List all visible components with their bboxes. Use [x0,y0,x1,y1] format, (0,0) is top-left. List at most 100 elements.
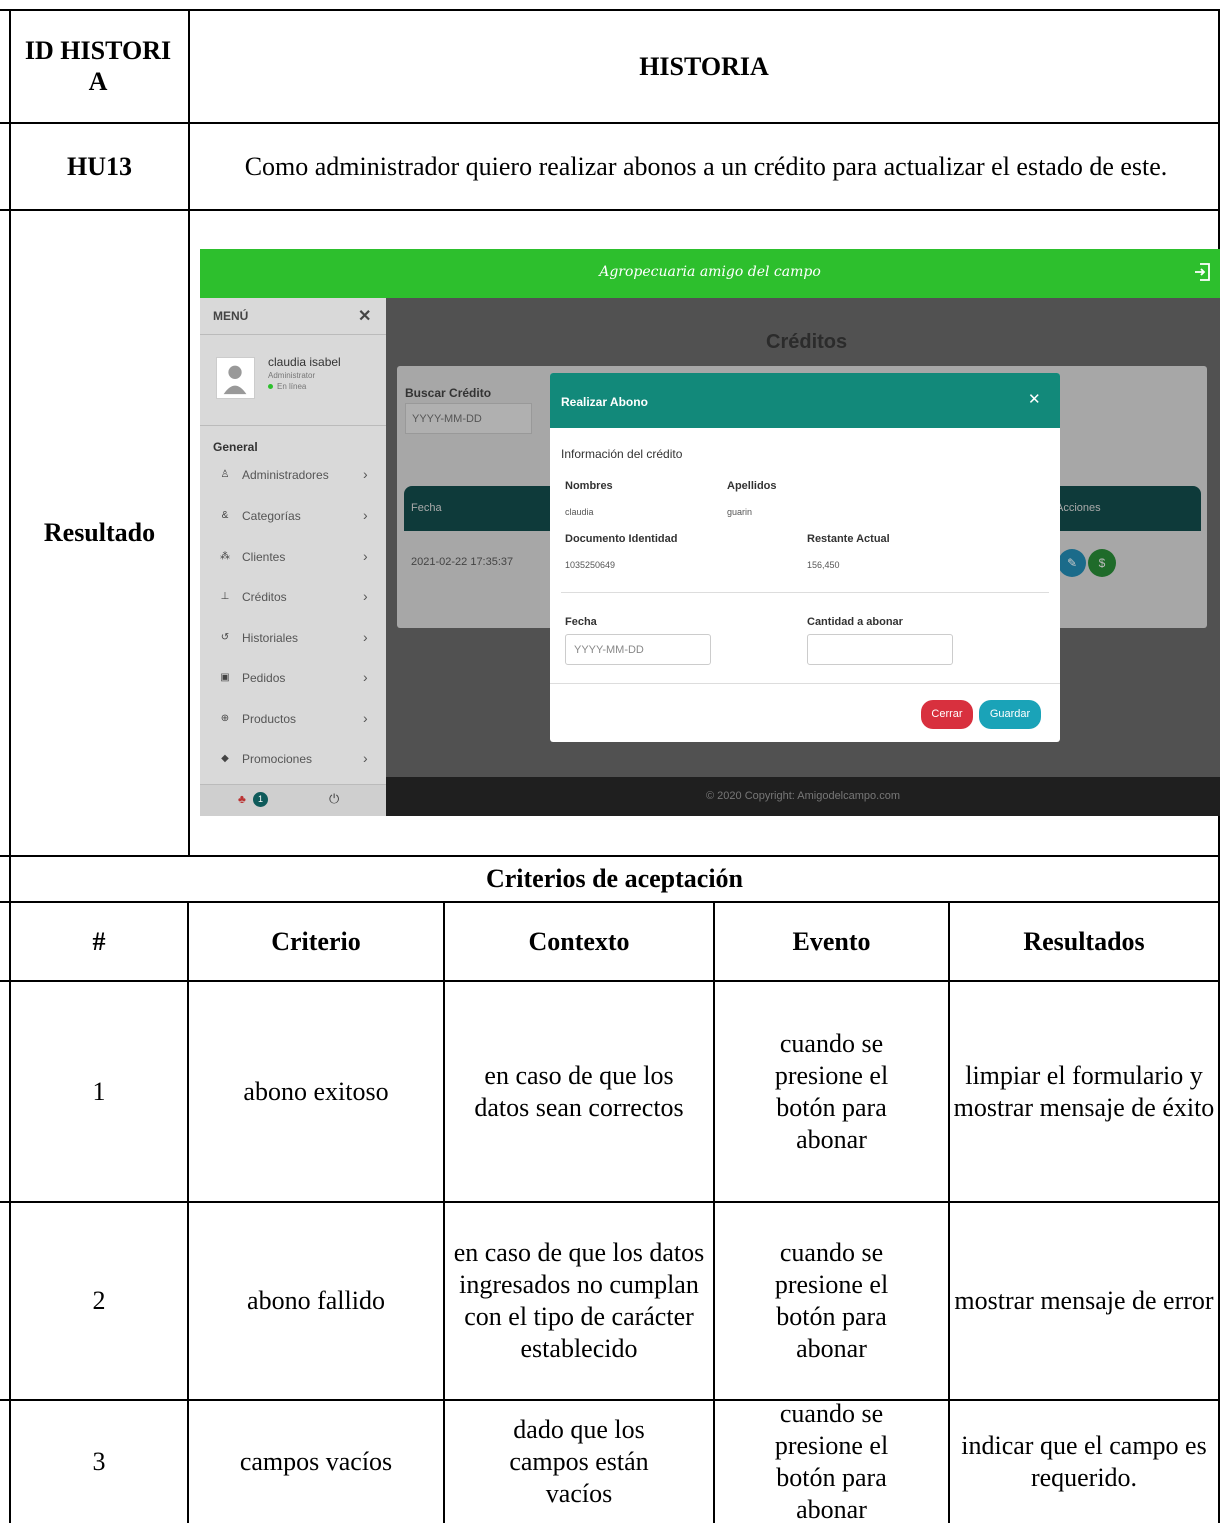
sidebar-item-label: Clientes [242,550,286,564]
divider [550,683,1060,684]
chevron-right-icon: › [363,669,368,685]
top-bar: Agropecuaria amigo del campo [200,249,1220,298]
notification-badge: 1 [253,792,268,807]
sidebar: MENÚ ✕ claudia isabel Administrator En l… [200,298,386,816]
table-cell: mostrar mensaje de error [954,1286,1214,1315]
box-icon: ▣ [220,672,230,683]
fecha-input[interactable]: YYYY-MM-DD [565,634,711,665]
app-screenshot: Agropecuaria amigo del campo MENÚ ✕ clau… [200,249,1220,816]
column-header-acciones: Acciones [1056,502,1101,514]
modal-title: Realizar Abono [561,395,648,409]
copyright: © 2020 Copyright: Amigodelcampo.com [706,790,900,802]
sidebar-footer: ♣ 1 ⏻ [200,784,386,816]
id-header: ID HISTORI A [24,36,172,96]
search-input[interactable]: YYYY-MM-DD [405,403,532,434]
edit-button[interactable]: ✎ [1058,549,1086,577]
sidebar-item-productos[interactable]: ⊕ Productos › [200,701,386,741]
documento-value: 1035250649 [565,560,616,570]
sidebar-item-label: Historiales [242,631,299,645]
table-cell: dado que los campos están vacíos [509,1415,649,1508]
chevron-right-icon: › [363,750,368,766]
power-icon[interactable]: ⏻ [329,791,339,807]
table-cell: abono fallido [247,1286,385,1315]
table-cell: cuando se presione el botón para abonar [774,1238,889,1363]
story-header: HISTORIA [639,51,769,81]
apellidos-label: Apellidos [727,480,777,492]
pay-button[interactable]: $ [1088,549,1116,577]
col-header-resultados: Resultados [1023,926,1145,956]
hand-coin-icon: ⊥ [220,591,230,602]
bell-icon[interactable]: ♣ [238,792,246,806]
sidebar-item-administradores[interactable]: ♙ Administradores › [200,457,386,497]
sidebar-item-creditos[interactable]: ⊥ Créditos › [200,579,386,619]
apellidos-value: guarin [727,507,753,517]
pencil-icon: ✎ [1066,556,1078,570]
table-cell: 2 [92,1286,106,1315]
sidebar-item-categorias[interactable]: & Categorías › [200,498,386,538]
restante-value: 156,450 [807,560,840,570]
cantidad-input[interactable] [807,634,953,665]
user-role: Administrator [268,371,316,380]
section-general: General [213,440,258,454]
menu-title: MENÚ [213,309,249,323]
info-title: Información del crédito [561,447,683,461]
sidebar-item-clientes[interactable]: ⁂ Clientes › [200,539,386,579]
chevron-right-icon: › [363,466,368,482]
sidebar-item-label: Promociones [242,752,313,766]
chevron-right-icon: › [363,629,368,645]
modal-header: Realizar Abono ✕ [550,373,1060,428]
chevron-right-icon: › [363,588,368,604]
user-name: claudia isabel [268,355,341,369]
divider [561,592,1049,593]
restante-label: Restante Actual [807,533,890,545]
table-cell: limpiar el formulario y mostrar mensaje … [953,1060,1215,1122]
criteria-title: Criterios de aceptación [485,864,744,893]
documento-label: Documento Identidad [565,533,678,545]
sidebar-item-label: Productos [242,712,297,726]
table-cell: campos vacíos [239,1447,393,1476]
story-text: Como administrador quiero realizar abono… [244,151,1168,181]
payment-modal: Realizar Abono ✕ Información del crédito… [550,373,1060,742]
logout-icon[interactable] [1192,261,1214,283]
tag-icon: & [221,510,229,521]
table-cell: en caso de que los datos sean correctos [474,1060,684,1122]
nombres-label: Nombres [565,480,613,492]
history-icon: ↺ [220,632,230,643]
col-header-evento: Evento [792,926,871,956]
close-icon[interactable]: ✕ [1028,390,1041,408]
sidebar-item-label: Administradores [242,468,329,482]
table-cell-fecha: 2021-02-22 17:35:37 [411,556,514,568]
table-cell: en caso de que los datos ingresados no c… [453,1238,705,1363]
guardar-button[interactable]: Guardar [979,700,1041,729]
fecha-label: Fecha [565,616,597,628]
cantidad-label: Cantidad a abonar [807,616,903,628]
nombres-value: claudia [565,507,594,517]
sidebar-item-label: Pedidos [242,671,286,685]
sidebar-item-label: Categorías [242,509,301,523]
sidebar-item-pedidos[interactable]: ▣ Pedidos › [200,660,386,700]
close-menu-icon[interactable]: ✕ [358,306,371,326]
col-header-contexto: Contexto [528,926,630,956]
table-cell: indicar que el campo es requerido. [961,1431,1207,1492]
sidebar-item-promociones[interactable]: ◆ Promociones › [200,741,386,781]
table-cell: cuando se presione el botón para abonar [774,1028,889,1154]
user-status: En línea [268,382,306,391]
avatar [216,357,255,399]
sidebar-item-historiales[interactable]: ↺ Historiales › [200,620,386,660]
group-icon: ⁂ [220,551,230,562]
search-label: Buscar Crédito [405,386,492,400]
chevron-right-icon: › [363,710,368,726]
page-title: Créditos [766,331,848,353]
table-cell: 1 [92,1076,106,1106]
cerrar-button[interactable]: Cerrar [921,700,973,729]
globe-icon: ⊕ [220,713,230,724]
footer: © 2020 Copyright: Amigodelcampo.com [386,777,1220,816]
col-header-criterio: Criterio [271,926,361,956]
table-cell: abono exitoso [243,1076,389,1106]
rule [188,9,190,855]
table-cell: 3 [92,1447,106,1476]
chevron-right-icon: › [363,548,368,564]
col-header-number: # [92,926,106,956]
result-label: Resultado [43,518,156,547]
users-icon: ♙ [220,469,230,480]
